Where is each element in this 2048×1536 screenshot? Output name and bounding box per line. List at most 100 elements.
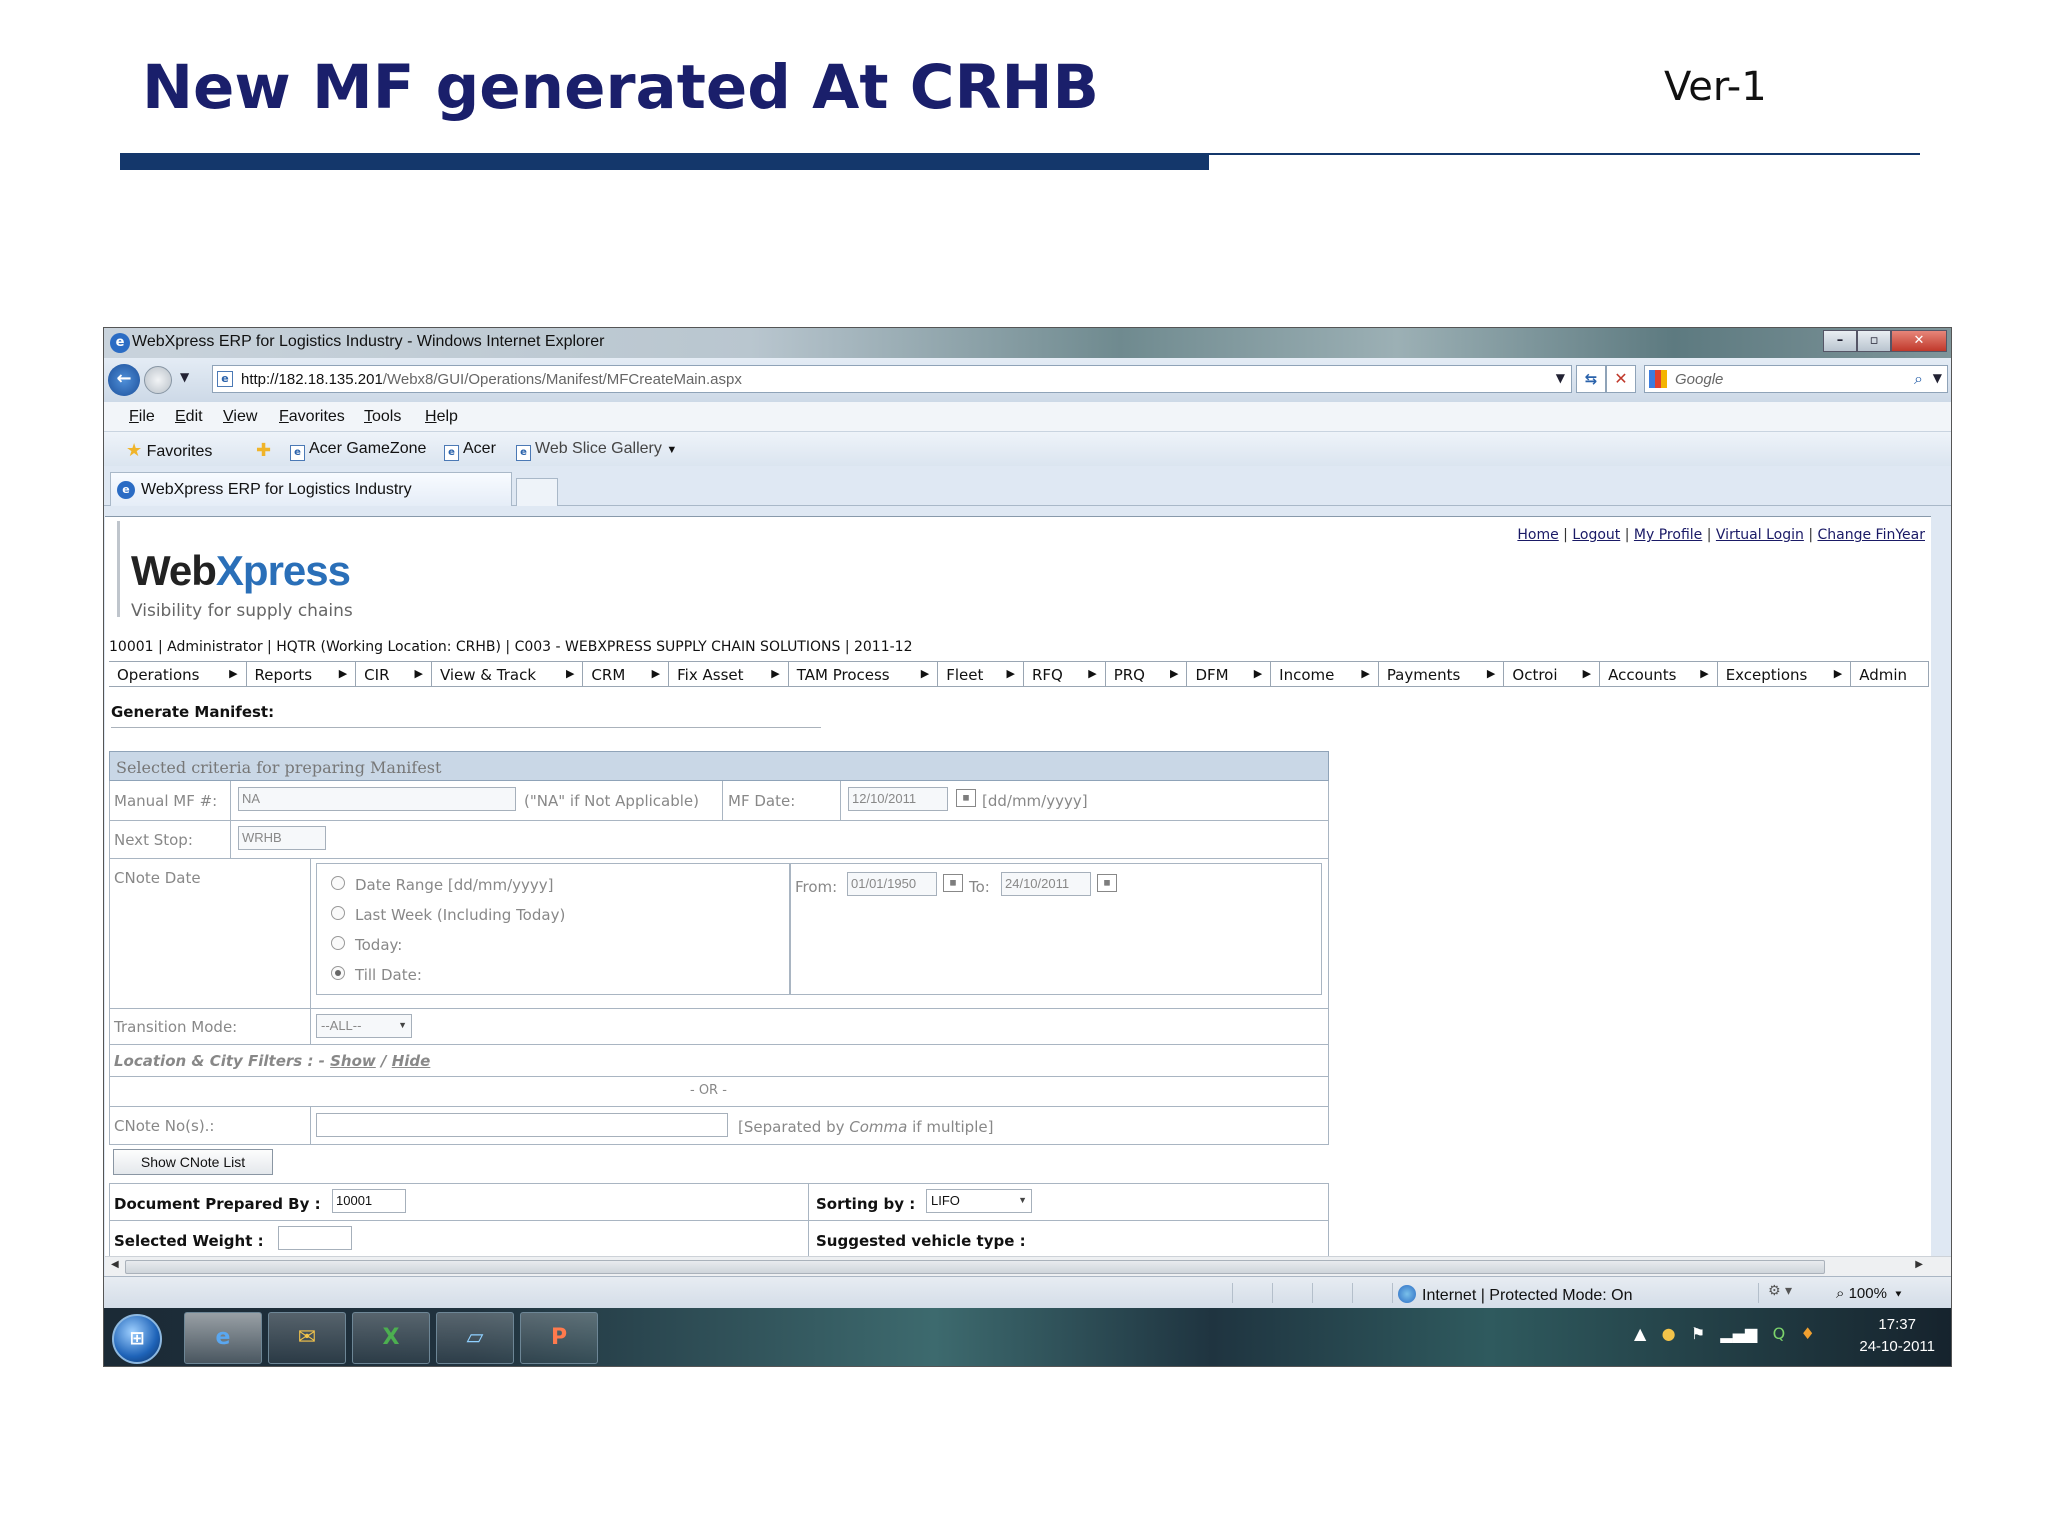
taskbar-outlook-icon[interactable]: ✉: [268, 1312, 346, 1364]
fav-link-web-slice-gallery[interactable]: e Web Slice Gallery ▼: [516, 440, 677, 461]
menu-edit[interactable]: Edit: [175, 408, 203, 426]
selected-weight-input[interactable]: [278, 1226, 352, 1250]
refresh-icon[interactable]: ⇆: [1576, 365, 1606, 393]
to-date-input[interactable]: 24/10/2011: [1001, 872, 1091, 896]
nav-accounts[interactable]: Accounts ▶: [1600, 662, 1718, 686]
forward-button[interactable]: [144, 366, 172, 394]
submenu-arrow-icon: ▶: [771, 667, 780, 680]
prepared-by-input[interactable]: 10001: [332, 1189, 406, 1213]
nav-exceptions[interactable]: Exceptions ▶: [1718, 662, 1852, 686]
submenu-arrow-icon: ▶: [1361, 667, 1370, 680]
nav-fix-asset[interactable]: Fix Asset ▶: [669, 662, 789, 686]
hscroll-thumb[interactable]: [125, 1260, 1825, 1274]
scroll-right-icon[interactable]: ▶: [1915, 1259, 1923, 1270]
submenu-arrow-icon: ▶: [1088, 667, 1097, 680]
address-bar[interactable]: e http://182.18.135.201/Webx8/GUI/Operat…: [212, 365, 1572, 393]
nav-rfq[interactable]: RFQ ▶: [1024, 662, 1106, 686]
tray-q-icon[interactable]: Q: [1773, 1324, 1786, 1343]
action-center-flag-icon[interactable]: ⚑: [1691, 1324, 1705, 1343]
taskbar-powerpoint-icon[interactable]: P: [520, 1312, 598, 1364]
menu-file[interactable]: File: [129, 408, 155, 426]
close-button[interactable]: ✕: [1891, 330, 1947, 352]
fav-link-acer[interactable]: e Acer: [444, 440, 496, 461]
menu-view[interactable]: View: [223, 408, 257, 426]
search-box[interactable]: Google ⌕ ▼: [1644, 365, 1948, 393]
search-dropdown-icon[interactable]: ▼: [1933, 371, 1942, 385]
nav-tam-process[interactable]: TAM Process ▶: [789, 662, 939, 686]
manual-mf-input[interactable]: NA: [238, 787, 516, 811]
nav-operations[interactable]: Operations ▶: [109, 662, 247, 686]
window-titlebar[interactable]: e WebXpress ERP for Logistics Industry -…: [104, 328, 1951, 358]
show-cnote-list-button[interactable]: Show CNote List: [113, 1149, 273, 1175]
new-tab-button[interactable]: [516, 478, 558, 506]
nav-payments[interactable]: Payments ▶: [1379, 662, 1505, 686]
calendar-icon[interactable]: ▦: [956, 789, 976, 807]
network-signal-icon[interactable]: ▂▄▆: [1720, 1324, 1757, 1343]
calendar-icon[interactable]: ▦: [1097, 874, 1117, 892]
tray-update-icon[interactable]: ♦: [1800, 1324, 1814, 1343]
page-title: Generate Manifest:: [111, 703, 275, 721]
next-stop-input[interactable]: WRHB: [238, 826, 326, 850]
transition-mode-select[interactable]: --ALL-- ▼: [316, 1014, 412, 1038]
ie-icon: e: [117, 481, 135, 499]
taskbar-ie-icon[interactable]: e: [184, 1312, 262, 1364]
link-change-finyear[interactable]: Change FinYear: [1818, 527, 1926, 543]
menu-favorites[interactable]: Favorites: [279, 408, 345, 426]
tab-webxpress[interactable]: e WebXpress ERP for Logistics Industry: [110, 472, 512, 506]
tray-expand-icon[interactable]: ▲: [1634, 1324, 1646, 1343]
nav-view-track[interactable]: View & Track ▶: [432, 662, 584, 686]
filters-hide-link[interactable]: Hide: [392, 1052, 431, 1070]
link-home[interactable]: Home: [1517, 527, 1558, 543]
history-dropdown-icon[interactable]: ▼: [180, 370, 189, 384]
scroll-left-icon[interactable]: ◀: [111, 1259, 119, 1270]
address-dropdown-icon[interactable]: ▼: [1556, 371, 1565, 385]
taskbar-excel-icon[interactable]: X: [352, 1312, 430, 1364]
url-text[interactable]: http://182.18.135.201/Webx8/GUI/Operatio…: [241, 371, 742, 388]
nav-income[interactable]: Income ▶: [1271, 662, 1379, 686]
nav-admin[interactable]: Admin: [1851, 662, 1929, 686]
horizontal-scrollbar[interactable]: ◀ ▶: [105, 1256, 1951, 1276]
nav-prq[interactable]: PRQ ▶: [1106, 662, 1188, 686]
maximize-button[interactable]: ▫: [1857, 330, 1891, 352]
cnote-no-input[interactable]: [316, 1113, 728, 1137]
add-favorite-icon[interactable]: ✚: [256, 440, 271, 461]
sorting-select[interactable]: LIFO ▼: [926, 1189, 1032, 1213]
menu-help[interactable]: Help: [425, 408, 458, 426]
stop-icon[interactable]: ✕: [1606, 365, 1636, 393]
protected-mode-icon[interactable]: ⚙ ▾: [1768, 1283, 1792, 1299]
cnote-date-label: CNote Date: [114, 869, 201, 887]
taskbar-paint-icon[interactable]: ▱: [436, 1312, 514, 1364]
radio-date-range[interactable]: [331, 876, 345, 890]
from-date-input[interactable]: 01/01/1950: [847, 872, 937, 896]
title-divider: [111, 727, 821, 728]
nav-crm[interactable]: CRM ▶: [583, 662, 670, 686]
nav-cir[interactable]: CIR ▶: [356, 662, 432, 686]
link-my-profile[interactable]: My Profile: [1634, 527, 1702, 543]
nav-octroi[interactable]: Octroi ▶: [1504, 662, 1601, 686]
filters-show-link[interactable]: Show: [330, 1052, 376, 1070]
radio-till-date[interactable]: [331, 966, 345, 980]
nav-label: Octroi: [1512, 666, 1558, 684]
radio-today[interactable]: [331, 936, 345, 950]
tray-app-icon[interactable]: ●: [1662, 1324, 1676, 1343]
back-button[interactable]: ←: [108, 364, 140, 396]
nav-fleet[interactable]: Fleet ▶: [938, 662, 1024, 686]
zoom-level[interactable]: ⌕ 100% ▾: [1836, 1285, 1902, 1302]
mf-date-input[interactable]: 12/10/2011: [848, 787, 948, 811]
calendar-icon[interactable]: ▦: [943, 874, 963, 892]
fav-link-acer-gamezone[interactable]: e Acer GameZone: [290, 440, 426, 461]
favorites-button[interactable]: ★ Favorites: [126, 440, 212, 461]
minimize-button[interactable]: –: [1823, 330, 1857, 352]
link-virtual-login[interactable]: Virtual Login: [1716, 527, 1804, 543]
radio-last-week[interactable]: [331, 906, 345, 920]
nav-label: Reports: [254, 666, 313, 684]
search-icon[interactable]: ⌕: [1914, 369, 1923, 389]
nav-dfm[interactable]: DFM ▶: [1187, 662, 1272, 686]
menu-tools[interactable]: Tools: [364, 408, 401, 426]
start-button[interactable]: ⊞: [112, 1314, 162, 1364]
link-logout[interactable]: Logout: [1572, 527, 1620, 543]
submenu-arrow-icon: ▶: [414, 667, 423, 680]
security-zone[interactable]: Internet | Protected Mode: On: [1398, 1285, 1633, 1305]
taskbar-clock[interactable]: 17:37 24-10-2011: [1859, 1314, 1935, 1358]
nav-reports[interactable]: Reports ▶: [247, 662, 357, 686]
